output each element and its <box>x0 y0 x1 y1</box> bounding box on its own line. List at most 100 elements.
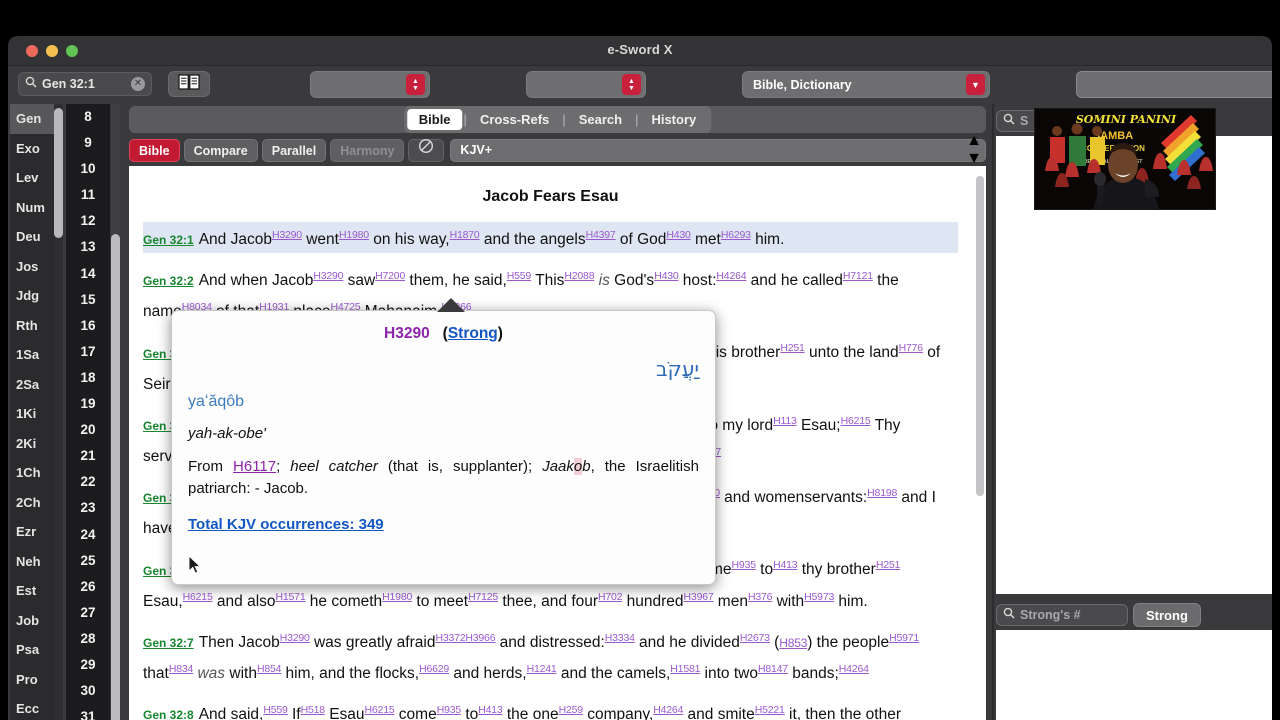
strongs-number-link[interactable]: H413 <box>773 559 798 571</box>
no-entry-button[interactable] <box>408 138 445 162</box>
dictionary-content-pane[interactable]: SOMINI PANINI SAMBA CONVERSATION REAL TA… <box>996 108 1272 594</box>
strongs-number-link[interactable]: H1870 <box>450 229 480 241</box>
chapter-item-12[interactable]: 12 <box>66 208 110 234</box>
strongs-number-link[interactable]: H3290 <box>313 270 343 282</box>
strongs-number-link[interactable]: H5973 <box>804 591 834 603</box>
strongs-number-link[interactable]: H6293 <box>721 229 751 241</box>
resource-type-combo[interactable]: Bible, Dictionary ▼ <box>742 71 990 98</box>
chapter-item-18[interactable]: 18 <box>66 365 110 391</box>
book-item-jos[interactable]: Jos <box>10 252 54 282</box>
book-item-1ki[interactable]: 1Ki <box>10 399 54 429</box>
book-scrollbar-thumb[interactable] <box>54 108 63 238</box>
open-book-button[interactable] <box>168 71 210 97</box>
verse-reference[interactable]: Gen 32:8 <box>143 708 194 720</box>
clear-circle-icon[interactable]: ✕ <box>131 77 145 91</box>
book-item-2ch[interactable]: 2Ch <box>10 488 54 518</box>
book-item-ecc[interactable]: Ecc <box>10 694 54 720</box>
chapter-item-9[interactable]: 9 <box>66 130 110 156</box>
strongs-number-link[interactable]: H559 <box>507 270 532 282</box>
toolbar-combo-4[interactable] <box>1076 71 1272 98</box>
chapter-item-23[interactable]: 23 <box>66 495 110 521</box>
chapter-item-11[interactable]: 11 <box>66 182 110 208</box>
strongs-number-link[interactable]: H854 <box>257 663 282 675</box>
book-item-neh[interactable]: Neh <box>10 547 54 577</box>
strongs-number-link[interactable]: H4264 <box>716 270 746 282</box>
book-item-deu[interactable]: Deu <box>10 222 54 252</box>
book-item-jdg[interactable]: Jdg <box>10 281 54 311</box>
book-item-ezr[interactable]: Ezr <box>10 517 54 547</box>
strongs-number-link[interactable]: H376 <box>748 591 773 603</box>
book-list[interactable]: Gen Exo Lev Num Deu Jos Jdg Rth 1Sa 2Sa 1Ki 2Ki 1Ch 2… <box>10 104 54 720</box>
strongs-number-link[interactable]: H1980 <box>339 229 369 241</box>
chapter-list[interactable]: 8 9 10 11 12 13 14 15 16 17 18 19 20 21 22 23 24 25 26 27 28… <box>66 104 110 720</box>
strongs-number-link[interactable]: H935 <box>437 704 462 716</box>
book-item-job[interactable]: Job <box>10 606 54 636</box>
strongs-number-link[interactable]: H3966 <box>465 632 495 644</box>
book-item-rth[interactable]: Rth <box>10 311 54 341</box>
strongs-content-pane[interactable] <box>996 630 1272 720</box>
book-item-gen[interactable]: Gen <box>10 104 54 134</box>
strongs-number-link[interactable]: H413 <box>478 704 503 716</box>
strongs-number-link[interactable]: H6215 <box>183 591 213 603</box>
strongs-number-link[interactable]: H430 <box>666 229 691 241</box>
strongs-number-link[interactable]: H776 <box>899 342 924 354</box>
book-item-pro[interactable]: Pro <box>10 665 54 695</box>
strongs-number-link[interactable]: H4264 <box>653 704 683 716</box>
chevron-down-icon[interactable]: ▼ <box>966 74 985 95</box>
strongs-number-link[interactable]: H6629 <box>419 663 449 675</box>
strongs-number-link[interactable]: H3372 <box>435 632 465 644</box>
strong-dictionary-link[interactable]: Strong <box>448 325 498 342</box>
toolbar-combo-2[interactable]: ▲ ▼ <box>526 71 646 98</box>
book-item-num[interactable]: Num <box>10 193 54 223</box>
book-item-est[interactable]: Est <box>10 576 54 606</box>
strongs-number-link[interactable]: H1581 <box>670 663 700 675</box>
chapter-item-25[interactable]: 25 <box>66 548 110 574</box>
tab-strong[interactable]: Strong <box>1133 603 1201 627</box>
bible-scrollbar-thumb[interactable] <box>976 176 984 496</box>
total-occurrences-link[interactable]: Total KJV occurrences: 349 <box>188 516 699 533</box>
tab-search[interactable]: Search <box>567 109 634 130</box>
strongs-number-link[interactable]: H853 <box>779 636 807 650</box>
strongs-number-link[interactable]: H259 <box>559 704 584 716</box>
book-item-2ki[interactable]: 2Ki <box>10 429 54 459</box>
chapter-scrollbar-thumb[interactable] <box>111 234 120 720</box>
strongs-number-link[interactable]: H559 <box>263 704 288 716</box>
book-item-psa[interactable]: Psa <box>10 635 54 665</box>
stepper-icon[interactable]: ▲ ▼ <box>966 132 982 168</box>
book-item-exo[interactable]: Exo <box>10 134 54 164</box>
tab-bible[interactable]: Bible <box>406 109 463 130</box>
verse-reference[interactable]: Gen 32:2 <box>143 274 194 288</box>
tab-parallel[interactable]: Parallel <box>261 138 327 162</box>
bible-scrollbar-track[interactable] <box>974 166 986 720</box>
strongs-definition-popup[interactable]: H3290 (Strong) יַעֲקֹב yaʻăqôb yah-ak-ob… <box>171 298 716 585</box>
strongs-number-link[interactable]: H8147 <box>758 663 788 675</box>
strongs-number-link[interactable]: H5221 <box>755 704 785 716</box>
chapter-item-17[interactable]: 17 <box>66 339 110 365</box>
strongs-number-link[interactable]: H3290 <box>280 632 310 644</box>
tab-bible[interactable]: Bible <box>129 138 180 162</box>
strongs-number-link[interactable]: H935 <box>732 559 757 571</box>
strongs-number-link[interactable]: H3967 <box>684 591 714 603</box>
stepper-icon[interactable]: ▲ ▼ <box>622 74 641 95</box>
chapter-item-27[interactable]: 27 <box>66 600 110 626</box>
strongs-number-link[interactable]: H113 <box>773 415 797 427</box>
chapter-item-8[interactable]: 8 <box>66 104 110 130</box>
strongs-number-link[interactable]: H834 <box>169 663 194 675</box>
book-item-1ch[interactable]: 1Ch <box>10 458 54 488</box>
chapter-item-26[interactable]: 26 <box>66 574 110 600</box>
stepper-icon[interactable]: ▲ ▼ <box>406 74 425 95</box>
strongs-number-link[interactable]: H3334 <box>605 632 635 644</box>
strongs-number-link[interactable]: H4397 <box>586 229 616 241</box>
tab-history[interactable]: History <box>639 109 708 130</box>
strongs-number-link[interactable]: H6215 <box>841 415 871 427</box>
chapter-item-13[interactable]: 13 <box>66 234 110 260</box>
chapter-item-29[interactable]: 29 <box>66 652 110 678</box>
strongs-number-link[interactable]: H7121 <box>843 270 873 282</box>
strongs-number-link[interactable]: H430 <box>654 270 679 282</box>
bible-version-combo[interactable]: KJV+ ▲ ▼ <box>450 132 986 167</box>
chapter-item-31[interactable]: 31 <box>66 704 110 720</box>
chapter-item-19[interactable]: 19 <box>66 391 110 417</box>
strongs-number-link[interactable]: H3290 <box>272 229 302 241</box>
video-thumbnail[interactable]: SOMINI PANINI SAMBA CONVERSATION REAL TA… <box>1034 108 1216 210</box>
strongs-number-link[interactable]: H5971 <box>889 632 919 644</box>
